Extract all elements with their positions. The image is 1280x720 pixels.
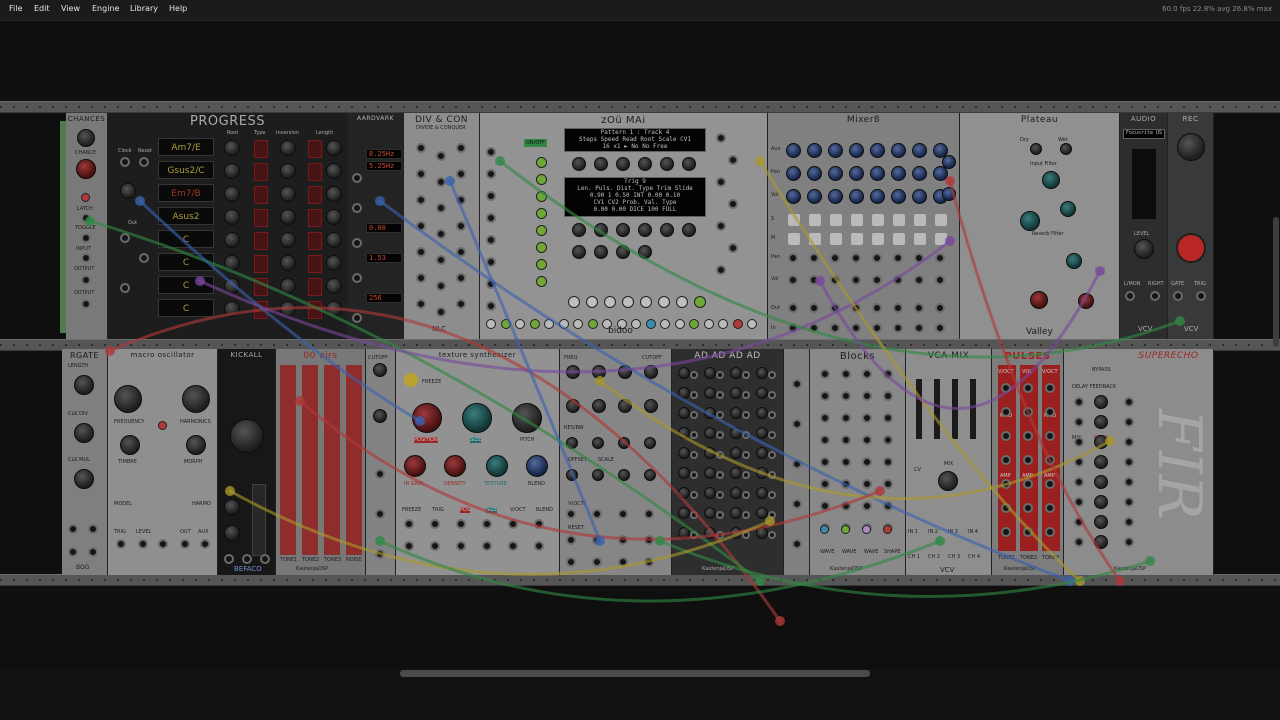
patch-cable[interactable] <box>448 179 602 543</box>
cable-plug[interactable] <box>375 196 385 206</box>
cable-plug[interactable] <box>1095 266 1105 276</box>
horizontal-scrollbar[interactable] <box>0 669 1280 679</box>
patch-cable[interactable] <box>88 219 762 583</box>
cable-plug[interactable] <box>225 486 235 496</box>
cable-plug[interactable] <box>105 346 115 356</box>
cable-plug[interactable] <box>195 276 205 286</box>
cable-plug[interactable] <box>1105 436 1115 446</box>
cable-plug[interactable] <box>295 396 305 406</box>
cable-plug[interactable] <box>445 176 455 186</box>
patch-cable[interactable] <box>658 539 1152 599</box>
patch-cable[interactable] <box>228 489 772 576</box>
cable-plug[interactable] <box>595 536 605 546</box>
performance-stats: 60.0 fps 22.8% avg 26.8% max <box>1162 5 1272 13</box>
cable-plug[interactable] <box>85 216 95 226</box>
vertical-scrollbar[interactable] <box>1272 22 1280 667</box>
patch-cable[interactable] <box>818 269 1102 410</box>
cable-plug[interactable] <box>935 536 945 546</box>
cable-plug[interactable] <box>815 276 825 286</box>
cable-plug[interactable] <box>1145 556 1155 566</box>
patch-cable[interactable] <box>498 159 1182 359</box>
cable-plug[interactable] <box>755 156 765 166</box>
scrollbar-thumb[interactable] <box>400 670 870 677</box>
menu-library[interactable]: Library <box>130 4 158 13</box>
cable-plug[interactable] <box>495 156 505 166</box>
menu-file[interactable]: File <box>9 4 22 13</box>
cable-plug[interactable] <box>765 516 775 526</box>
patch-cable[interactable] <box>948 179 1122 583</box>
menu-edit[interactable]: Edit <box>34 4 50 13</box>
menu-bar: File Edit View Engine Library Help 60.0 … <box>0 0 1280 21</box>
cable-plug[interactable] <box>755 576 765 586</box>
patch-cable[interactable] <box>138 199 422 423</box>
scrollbar-thumb[interactable] <box>1273 217 1279 347</box>
menu-view[interactable]: View <box>61 4 80 13</box>
cable-plug[interactable] <box>775 616 785 626</box>
module-rack[interactable]: CHANCES CHANCE LATCH TOGGLE INPUT OUTPUT… <box>0 21 1280 671</box>
cable-plug[interactable] <box>1115 576 1125 586</box>
cable-plug[interactable] <box>875 486 885 496</box>
cable-plug[interactable] <box>375 536 385 546</box>
patch-cables <box>85 156 1185 626</box>
cable-plug[interactable] <box>415 416 425 426</box>
menu-engine[interactable]: Engine <box>92 4 119 13</box>
cable-plug[interactable] <box>135 196 145 206</box>
cable-plug[interactable] <box>1175 316 1185 326</box>
cable-plug[interactable] <box>595 376 605 386</box>
patch-cable[interactable] <box>108 306 782 623</box>
cable-plug[interactable] <box>655 536 665 546</box>
cable-plug[interactable] <box>945 236 955 246</box>
menu-help[interactable]: Help <box>169 4 187 13</box>
cable-plug[interactable] <box>945 176 955 186</box>
patch-cable[interactable] <box>598 379 1112 501</box>
